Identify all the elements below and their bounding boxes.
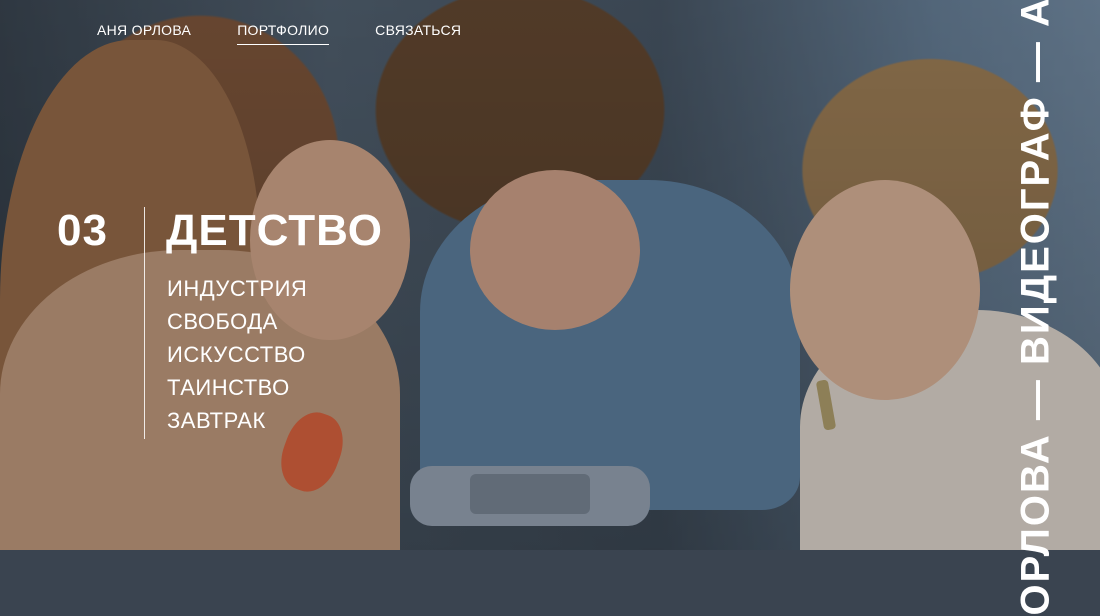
keyword-item: ЗАВТРАК — [167, 408, 266, 433]
photo-overlay — [0, 0, 1100, 550]
section-divider — [144, 207, 145, 439]
section-keyword-list: ИНДУСТРИЯ СВОБОДА ИСКУССТВО ТАИНСТВО ЗАВ… — [167, 272, 307, 437]
keyword-item: ТАИНСТВО — [167, 375, 290, 400]
background-photo — [0, 0, 1100, 550]
nav-link-portfolio[interactable]: ПОРТФОЛИО — [237, 22, 330, 45]
keyword-item: ИСКУССТВО — [167, 342, 306, 367]
nav-link-name[interactable]: АНЯ ОРЛОВА — [97, 22, 191, 45]
vertical-marquee-text: ОРЛОВА — ВИДЕОГРАФ — АНЯ — [1013, 0, 1058, 616]
top-navigation: АНЯ ОРЛОВА ПОРТФОЛИО СВЯЗАТЬСЯ — [97, 22, 461, 45]
nav-link-contact[interactable]: СВЯЗАТЬСЯ — [375, 22, 461, 45]
section-title: ДЕТСТВО — [166, 206, 384, 255]
section-number: 03 — [57, 206, 108, 255]
keyword-item: ИНДУСТРИЯ — [167, 276, 308, 301]
keyword-item: СВОБОДА — [167, 309, 278, 334]
